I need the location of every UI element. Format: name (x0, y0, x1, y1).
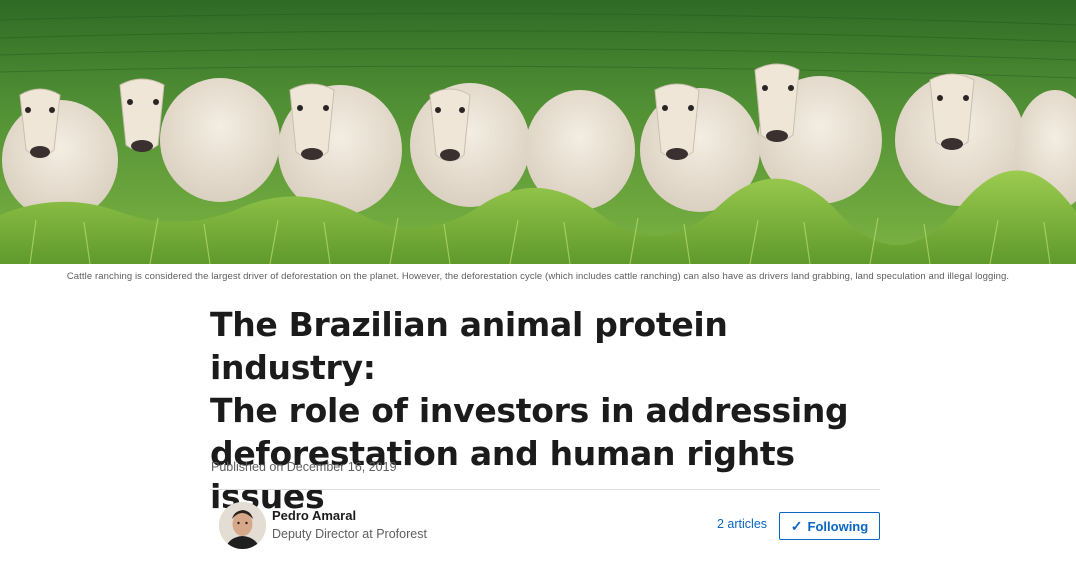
cattle-herd-illustration (0, 0, 1076, 264)
author-photo (219, 501, 266, 549)
following-label: Following (807, 518, 869, 534)
title-line-2: The role of investors in addressing (210, 391, 849, 430)
title-line-1: The Brazilian animal protein industry: (210, 305, 728, 387)
author-card[interactable]: Pedro Amaral Deputy Director at Profores… (219, 501, 427, 549)
author-info: Pedro Amaral Deputy Director at Profores… (272, 507, 427, 543)
article-page: Cattle ranching is considered the larges… (0, 0, 1076, 561)
article-title: The Brazilian animal protein industry: T… (210, 303, 890, 518)
author-role: Deputy Director at Proforest (272, 527, 427, 541)
avatar[interactable] (219, 501, 266, 549)
author-name[interactable]: Pedro Amaral (272, 507, 427, 525)
following-button[interactable]: ✓ Following (779, 512, 880, 540)
check-icon: ✓ (790, 517, 803, 534)
published-date: Published on December 16, 2019 (211, 460, 397, 474)
hero-caption: Cattle ranching is considered the larges… (66, 271, 1010, 282)
divider (210, 489, 880, 490)
author-articles-link[interactable]: 2 articles (717, 517, 767, 531)
hero-image (0, 0, 1076, 264)
